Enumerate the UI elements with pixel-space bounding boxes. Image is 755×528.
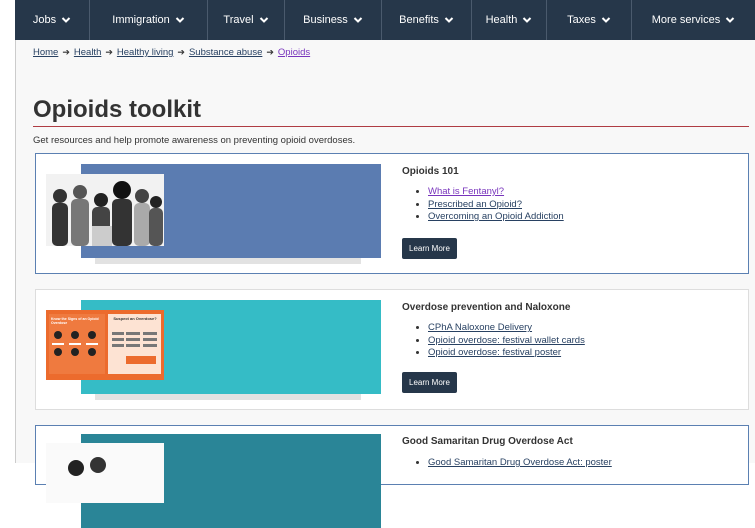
breadcrumb-healthy-living[interactable]: Healthy living — [117, 47, 174, 58]
nav-label: Jobs — [32, 14, 57, 26]
nav-label: Benefits — [399, 14, 439, 26]
arrow-right-icon: ➔ — [62, 47, 70, 57]
card-overdose-prevention: Know the Signs of an Opioid Overdose Sus… — [35, 289, 749, 410]
card-link-list: What is Fentanyl? Prescribed an Opioid? … — [402, 186, 564, 224]
nav-label: Business — [303, 14, 348, 26]
list-item: What is Fentanyl? — [428, 186, 564, 199]
nav-more-services[interactable]: More services — [632, 0, 755, 40]
card-good-samaritan: Good Samaritan Drug Overdose Act Good Sa… — [35, 425, 749, 528]
link-festival-wallet-cards[interactable]: Opioid overdose: festival wallet cards — [428, 335, 585, 346]
chevron-down-icon — [726, 17, 735, 23]
nav-taxes[interactable]: Taxes — [547, 0, 632, 40]
breadcrumb-health[interactable]: Health — [74, 47, 101, 58]
card-link-list: CPhA Naloxone Delivery Opioid overdose: … — [402, 322, 585, 360]
card-title: Good Samaritan Drug Overdose Act — [402, 436, 573, 447]
arrow-right-icon: ➔ — [177, 47, 185, 57]
list-item: Prescribed an Opioid? — [428, 199, 564, 212]
card-title: Opioids 101 — [402, 166, 459, 177]
chevron-down-icon — [601, 17, 611, 23]
list-item: Opioid overdose: festival poster — [428, 347, 585, 360]
chevron-down-icon — [175, 17, 184, 23]
naloxone-poster-image: Know the Signs of an Opioid Overdose Sus… — [46, 310, 164, 380]
people-photo — [46, 443, 164, 503]
nav-health[interactable]: Health — [472, 0, 547, 40]
poster-left-heading: Know the Signs of an Opioid Overdose — [51, 317, 99, 325]
chevron-down-icon — [523, 17, 532, 23]
link-what-is-fentanyl[interactable]: What is Fentanyl? — [428, 186, 504, 197]
breadcrumb: Home ➔ Health ➔ Healthy living ➔ Substan… — [33, 47, 310, 58]
group-of-people-image — [46, 174, 164, 246]
list-item: Overcoming an Opioid Addiction — [428, 211, 564, 224]
chevron-down-icon — [61, 17, 71, 23]
nav-label: Health — [485, 14, 518, 26]
list-item: CPhA Naloxone Delivery — [428, 322, 585, 335]
breadcrumb-home[interactable]: Home — [33, 47, 58, 58]
title-divider — [33, 126, 749, 127]
link-prescribed-an-opioid[interactable]: Prescribed an Opioid? — [428, 199, 522, 210]
people-image — [46, 443, 164, 503]
link-overcoming-addiction[interactable]: Overcoming an Opioid Addiction — [428, 211, 564, 222]
page-title: Opioids toolkit — [33, 96, 201, 123]
nav-label: Taxes — [567, 14, 596, 26]
list-item: Opioid overdose: festival wallet cards — [428, 335, 585, 348]
card-link-list: Good Samaritan Drug Overdose Act: poster — [402, 457, 612, 470]
nav-label: More services — [651, 14, 721, 26]
arrow-right-icon: ➔ — [105, 47, 113, 57]
page-intro: Get resources and help promote awareness… — [33, 135, 356, 146]
breadcrumb-opioids[interactable]: Opioids — [278, 47, 310, 58]
chevron-down-icon — [444, 17, 454, 23]
nav-business[interactable]: Business — [285, 0, 382, 40]
nav-benefits[interactable]: Benefits — [382, 0, 472, 40]
arrow-right-icon: ➔ — [266, 47, 274, 57]
nav-label: Travel — [223, 14, 254, 26]
card-title: Overdose prevention and Naloxone — [402, 302, 571, 313]
link-festival-poster[interactable]: Opioid overdose: festival poster — [428, 347, 561, 358]
nav-travel[interactable]: Travel — [208, 0, 285, 40]
card-opioids-101: Opioids 101 What is Fentanyl? Prescribed… — [35, 153, 749, 274]
link-cpha-naloxone-delivery[interactable]: CPhA Naloxone Delivery — [428, 322, 532, 333]
nav-immigration[interactable]: Immigration — [90, 0, 208, 40]
people-photo — [46, 174, 164, 246]
poster-right-heading: Suspect an Overdose? — [113, 316, 157, 321]
chevron-down-icon — [353, 17, 363, 23]
learn-more-button[interactable]: Learn More — [402, 372, 457, 393]
learn-more-button[interactable]: Learn More — [402, 238, 457, 259]
chevron-down-icon — [259, 17, 268, 23]
main-navigation: Jobs Immigration Travel Business Benefit… — [15, 0, 755, 40]
nav-jobs[interactable]: Jobs — [15, 0, 90, 40]
nav-label: Immigration — [112, 14, 170, 26]
breadcrumb-substance-abuse[interactable]: Substance abuse — [189, 47, 262, 58]
list-item: Good Samaritan Drug Overdose Act: poster — [428, 457, 612, 470]
